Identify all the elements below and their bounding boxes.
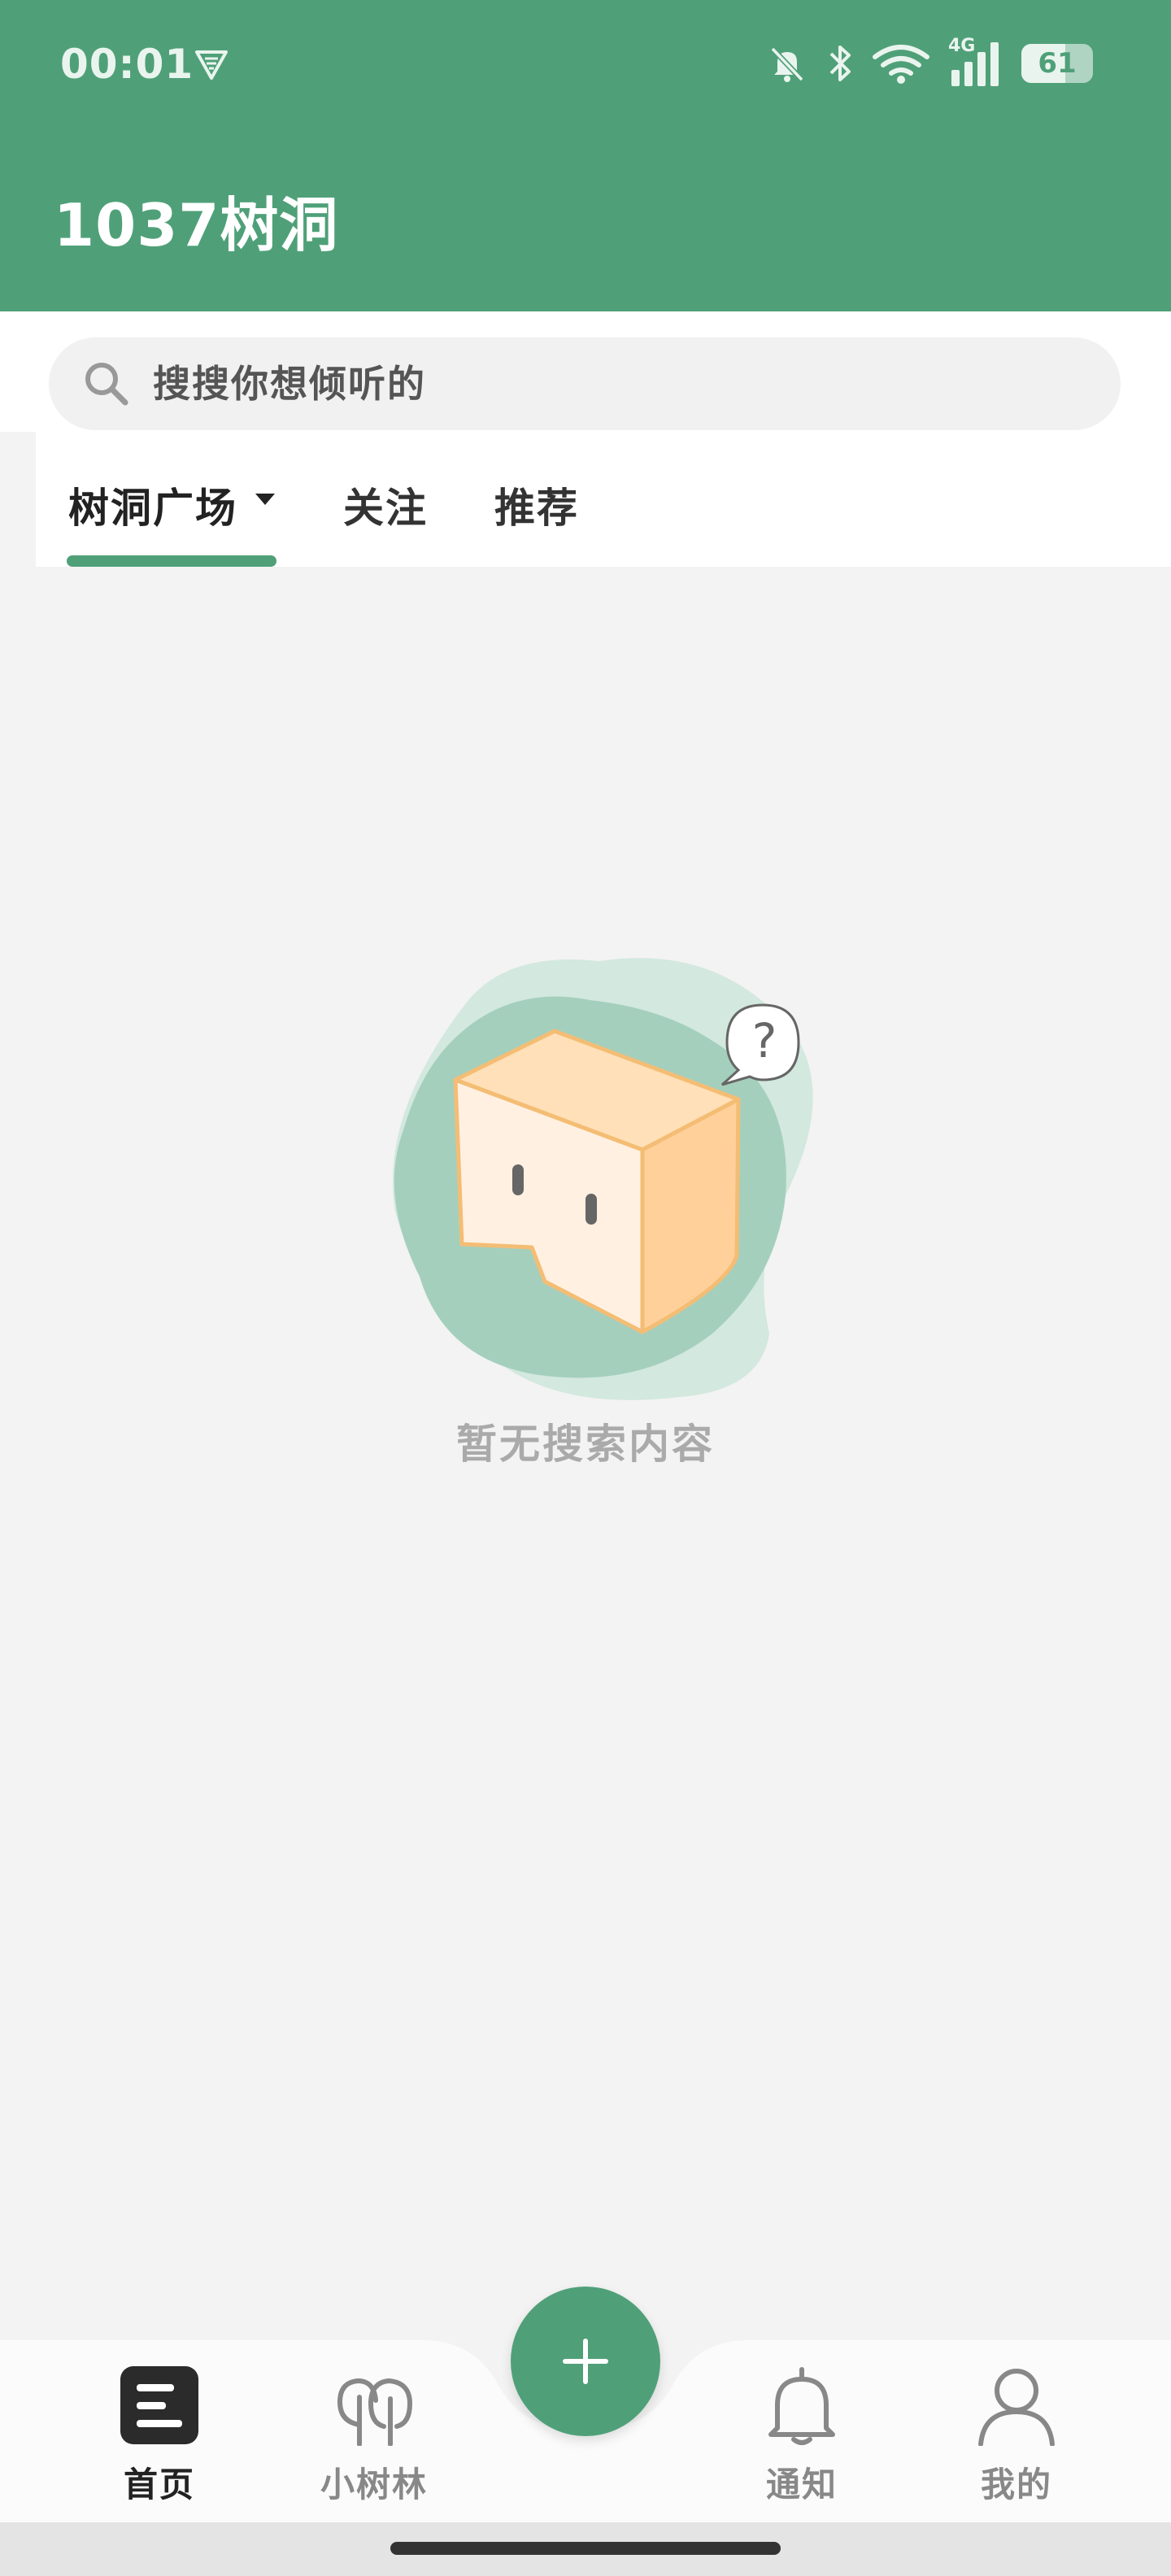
trees-icon bbox=[337, 2378, 413, 2446]
confused-box-illustration: ? bbox=[392, 958, 813, 1400]
create-post-button[interactable] bbox=[511, 2287, 660, 2436]
home-icon bbox=[120, 2366, 198, 2444]
battery-percent: 61 bbox=[1038, 47, 1077, 80]
search-icon bbox=[85, 363, 128, 406]
search-section: 搜搜你想倾听的 bbox=[0, 311, 1171, 432]
cell-signal-icon: 4G bbox=[948, 36, 1003, 88]
nav-label-forest: 小树林 bbox=[320, 2465, 428, 2504]
gesture-handle[interactable] bbox=[390, 2542, 781, 2555]
app-title: 1037树洞 bbox=[54, 191, 339, 259]
bluetooth-icon bbox=[829, 46, 851, 81]
wifi-icon bbox=[873, 45, 929, 84]
nav-item-home[interactable]: 首页 bbox=[78, 2365, 241, 2519]
question-mark: ? bbox=[752, 1013, 777, 1068]
tab-recommended[interactable]: 推荐 bbox=[494, 476, 579, 534]
nav-item-notifications[interactable]: 通知 bbox=[720, 2365, 883, 2519]
plus-icon-vertical bbox=[583, 2339, 588, 2384]
tab-following[interactable]: 关注 bbox=[343, 476, 428, 534]
bell-muted-icon bbox=[770, 46, 804, 82]
app-header: 00:01 4G 61 1037树洞 bbox=[0, 0, 1171, 311]
nav-label-notifications: 通知 bbox=[765, 2465, 838, 2504]
box-eye-right bbox=[586, 1194, 597, 1225]
dropdown-caret-icon[interactable] bbox=[255, 494, 275, 505]
nav-label-profile: 我的 bbox=[980, 2465, 1052, 2504]
status-time: 00:01 bbox=[60, 41, 194, 88]
nav-item-profile[interactable]: 我的 bbox=[935, 2365, 1098, 2519]
search-placeholder: 搜搜你想倾听的 bbox=[153, 362, 426, 406]
status-icons: 4G 61 bbox=[766, 36, 1093, 88]
user-icon bbox=[978, 2369, 1055, 2446]
nav-label-home: 首页 bbox=[123, 2465, 195, 2504]
empty-state-message: 暂无搜索内容 bbox=[456, 1421, 715, 1468]
vpn-shield-icon bbox=[195, 50, 228, 80]
tab-bar: 树洞广场 关注 推荐 bbox=[36, 432, 1171, 567]
nav-item-forest[interactable]: 小树林 bbox=[293, 2365, 455, 2519]
tab-square[interactable]: 树洞广场 bbox=[68, 476, 237, 534]
system-gesture-area bbox=[0, 2522, 1171, 2576]
search-input[interactable]: 搜搜你想倾听的 bbox=[49, 337, 1121, 430]
box-eye-left bbox=[512, 1164, 524, 1195]
tab-active-indicator bbox=[67, 555, 276, 567]
bell-icon bbox=[768, 2367, 835, 2445]
battery-icon: 61 bbox=[1021, 44, 1093, 83]
